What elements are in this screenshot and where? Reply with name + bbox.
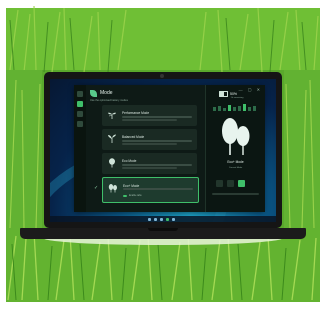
seedling-icon bbox=[108, 134, 116, 143]
mode-description bbox=[122, 116, 192, 118]
trees-icon bbox=[108, 184, 117, 193]
taskbar-app-icon[interactable] bbox=[160, 217, 163, 221]
nav-settings-icon[interactable] bbox=[77, 121, 83, 127]
battery-mode-app-window: Mode Use the optimised battery modes Per… bbox=[74, 85, 265, 212]
mode-name: Performance Mode bbox=[122, 111, 150, 115]
leaf-logo-icon bbox=[90, 89, 97, 97]
taskbar bbox=[50, 216, 276, 222]
current-mode-caption: Current Mode bbox=[228, 167, 243, 169]
mode-name: Balanced Mode bbox=[122, 135, 145, 139]
webcam bbox=[160, 74, 164, 78]
battery-level-fill bbox=[220, 92, 224, 96]
mode-description bbox=[122, 164, 192, 166]
nav-mode-icon[interactable] bbox=[77, 101, 83, 107]
battery-status: 50% bbox=[219, 91, 237, 97]
app-title: Mode bbox=[100, 90, 113, 96]
nav-home-icon[interactable] bbox=[77, 91, 83, 97]
battery-icon bbox=[219, 91, 228, 97]
laptop-base bbox=[20, 228, 306, 239]
sprout-icon bbox=[108, 112, 116, 119]
scene: Mode Use the optimised battery modes Per… bbox=[0, 0, 326, 311]
mode-description-line bbox=[122, 143, 177, 145]
mode-description bbox=[123, 188, 193, 190]
battery-usage-graph bbox=[213, 104, 256, 111]
enable-tabs-label: Enable tabs bbox=[129, 194, 142, 197]
mode-name: Eco Mode bbox=[122, 159, 137, 163]
mode-description-line bbox=[122, 167, 177, 169]
mode-card-performance[interactable]: Performance Mode bbox=[102, 105, 197, 126]
battery-remaining: 1h remaining bbox=[230, 97, 244, 99]
eco-plus-trees-icon bbox=[222, 118, 250, 155]
laptop-lid: Mode Use the optimised battery modes Per… bbox=[44, 72, 282, 228]
app-nav-rail bbox=[74, 85, 86, 212]
mode-description bbox=[122, 140, 192, 142]
mode-card-balanced[interactable]: Balanced Mode bbox=[102, 129, 197, 150]
taskbar-app-icon[interactable] bbox=[172, 217, 175, 221]
app-subtitle: Use the optimised battery modes bbox=[90, 99, 128, 102]
taskbar-app-icon[interactable] bbox=[166, 217, 169, 221]
mode-card-eco[interactable]: Eco Mode bbox=[102, 153, 197, 174]
mode-card-eco-plus[interactable]: ✓ Eco+ Mode Enable tabs bbox=[94, 177, 199, 203]
nav-battery-icon[interactable] bbox=[77, 111, 83, 117]
current-mode-name: Eco+ Mode bbox=[227, 160, 244, 164]
laptop-screen: Mode Use the optimised battery modes Per… bbox=[50, 79, 276, 222]
status-panel: — ▢ ✕ 50% 1h remaining Eco+ Mode Current… bbox=[205, 85, 265, 212]
app-header: Mode bbox=[90, 88, 113, 98]
quick-toggle-brightness-icon[interactable] bbox=[216, 180, 223, 187]
search-icon[interactable] bbox=[154, 217, 157, 221]
checkmark-icon: ✓ bbox=[94, 185, 99, 191]
mode-description-line bbox=[122, 119, 177, 121]
enable-tabs-toggle[interactable] bbox=[123, 195, 127, 197]
quick-toggles bbox=[216, 180, 245, 187]
quick-toggle-wifi-icon[interactable] bbox=[227, 180, 234, 187]
status-footnote bbox=[212, 193, 259, 195]
start-icon[interactable] bbox=[148, 217, 151, 221]
plant-icon bbox=[109, 158, 115, 168]
lid-notch bbox=[148, 228, 178, 231]
quick-toggle-eco-icon[interactable] bbox=[238, 180, 245, 187]
battery-percent: 50% bbox=[230, 91, 238, 96]
window-controls[interactable]: — ▢ ✕ bbox=[239, 87, 262, 92]
